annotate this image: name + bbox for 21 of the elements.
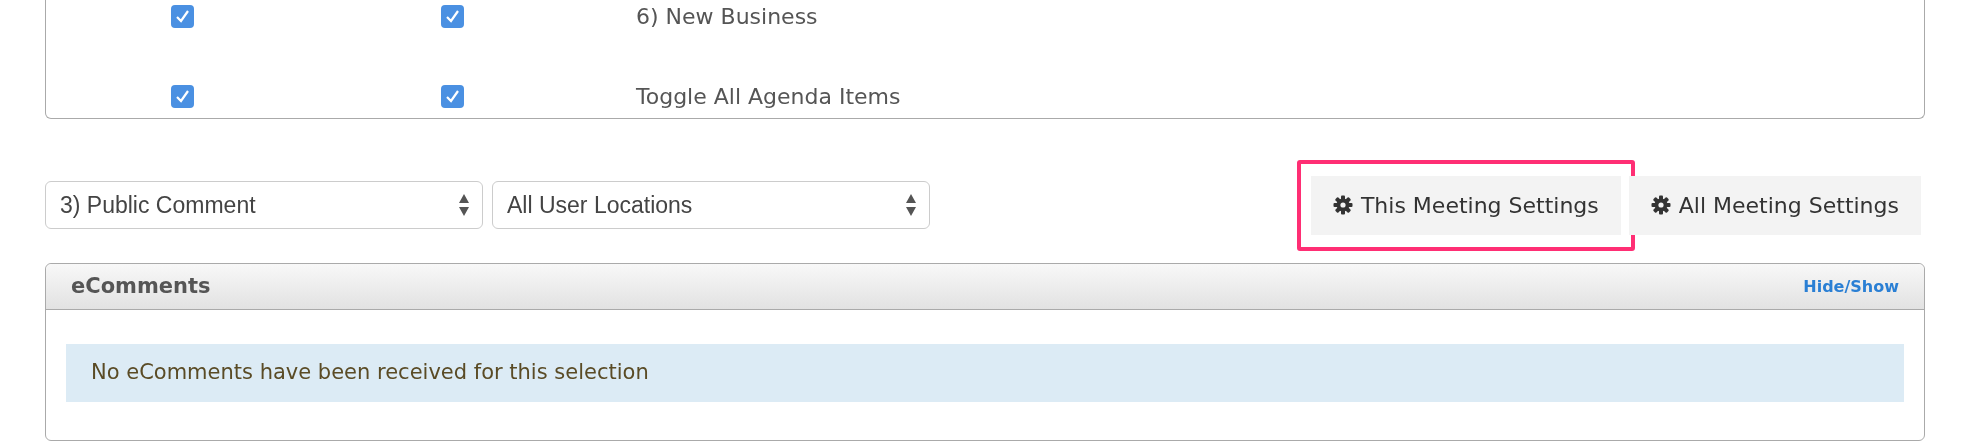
hide-show-link[interactable]: Hide/Show bbox=[1803, 274, 1899, 299]
check-icon bbox=[445, 88, 460, 104]
check-icon bbox=[445, 8, 460, 24]
info-alert: No eComments have been received for this selection bbox=[66, 344, 1904, 402]
select-dropdown[interactable]: 3) Public Comment bbox=[45, 181, 483, 229]
select-dropdown[interactable]: All User Locations bbox=[492, 181, 930, 229]
checkbox[interactable] bbox=[441, 4, 464, 28]
check-icon bbox=[175, 8, 190, 24]
agenda-item-label: Toggle All Agenda Items bbox=[636, 82, 901, 111]
gear-icon bbox=[1332, 195, 1353, 215]
checkbox[interactable] bbox=[171, 84, 194, 108]
gear-icon bbox=[1650, 195, 1671, 215]
checkbox[interactable] bbox=[441, 84, 464, 108]
check-icon bbox=[175, 88, 190, 104]
agenda-item-label: 6) New Business bbox=[636, 2, 818, 31]
settings-button[interactable]: All Meeting Settings bbox=[1628, 175, 1921, 235]
checkbox[interactable] bbox=[171, 4, 194, 28]
settings-button[interactable]: This Meeting Settings bbox=[1310, 175, 1621, 235]
sort-arrows-icon bbox=[458, 193, 470, 217]
panel-title: eComments bbox=[71, 272, 211, 300]
sort-arrows-icon bbox=[905, 193, 917, 217]
